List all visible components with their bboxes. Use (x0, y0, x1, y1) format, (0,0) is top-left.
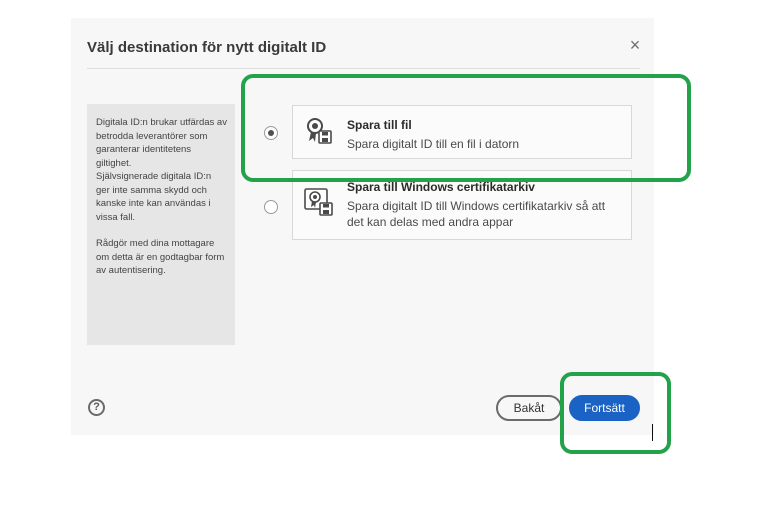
info-paragraph: Rådgör med dina mottagare om detta är en… (96, 238, 225, 276)
option-save-to-file[interactable]: Spara till fil Spara digitalt ID till en… (292, 105, 632, 159)
option-title: Spara till Windows certifikatarkiv (347, 180, 535, 194)
digital-id-dialog: Välj destination för nytt digitalt ID × … (71, 18, 654, 435)
close-icon[interactable]: × (626, 36, 644, 54)
info-panel: Digitala ID:n brukar utfärdas av betrodd… (87, 104, 235, 345)
dialog-title: Välj destination för nytt digitalt ID (87, 39, 327, 56)
continue-button[interactable]: Fortsätt (569, 395, 640, 421)
certificate-file-icon (307, 118, 332, 144)
radio-save-to-file[interactable] (264, 126, 278, 140)
title-divider (87, 68, 640, 69)
info-paragraph: Digitala ID:n brukar utfärdas av betrodd… (96, 117, 227, 169)
option-save-to-windows-store[interactable]: Spara till Windows certifikatarkiv Spara… (292, 170, 632, 240)
certificate-store-icon (304, 188, 333, 216)
radio-save-to-windows-store[interactable] (264, 200, 278, 214)
text-cursor (652, 424, 653, 441)
help-icon[interactable]: ? (88, 399, 105, 416)
info-paragraph: Självsignerade digitala ID:n ger inte sa… (96, 171, 212, 223)
option-description: Spara digitalt ID till Windows certifika… (347, 199, 606, 229)
option-title: Spara till fil (347, 118, 412, 132)
option-description: Spara digitalt ID till en fil i datorn (347, 137, 520, 151)
back-button[interactable]: Bakåt (496, 395, 562, 421)
